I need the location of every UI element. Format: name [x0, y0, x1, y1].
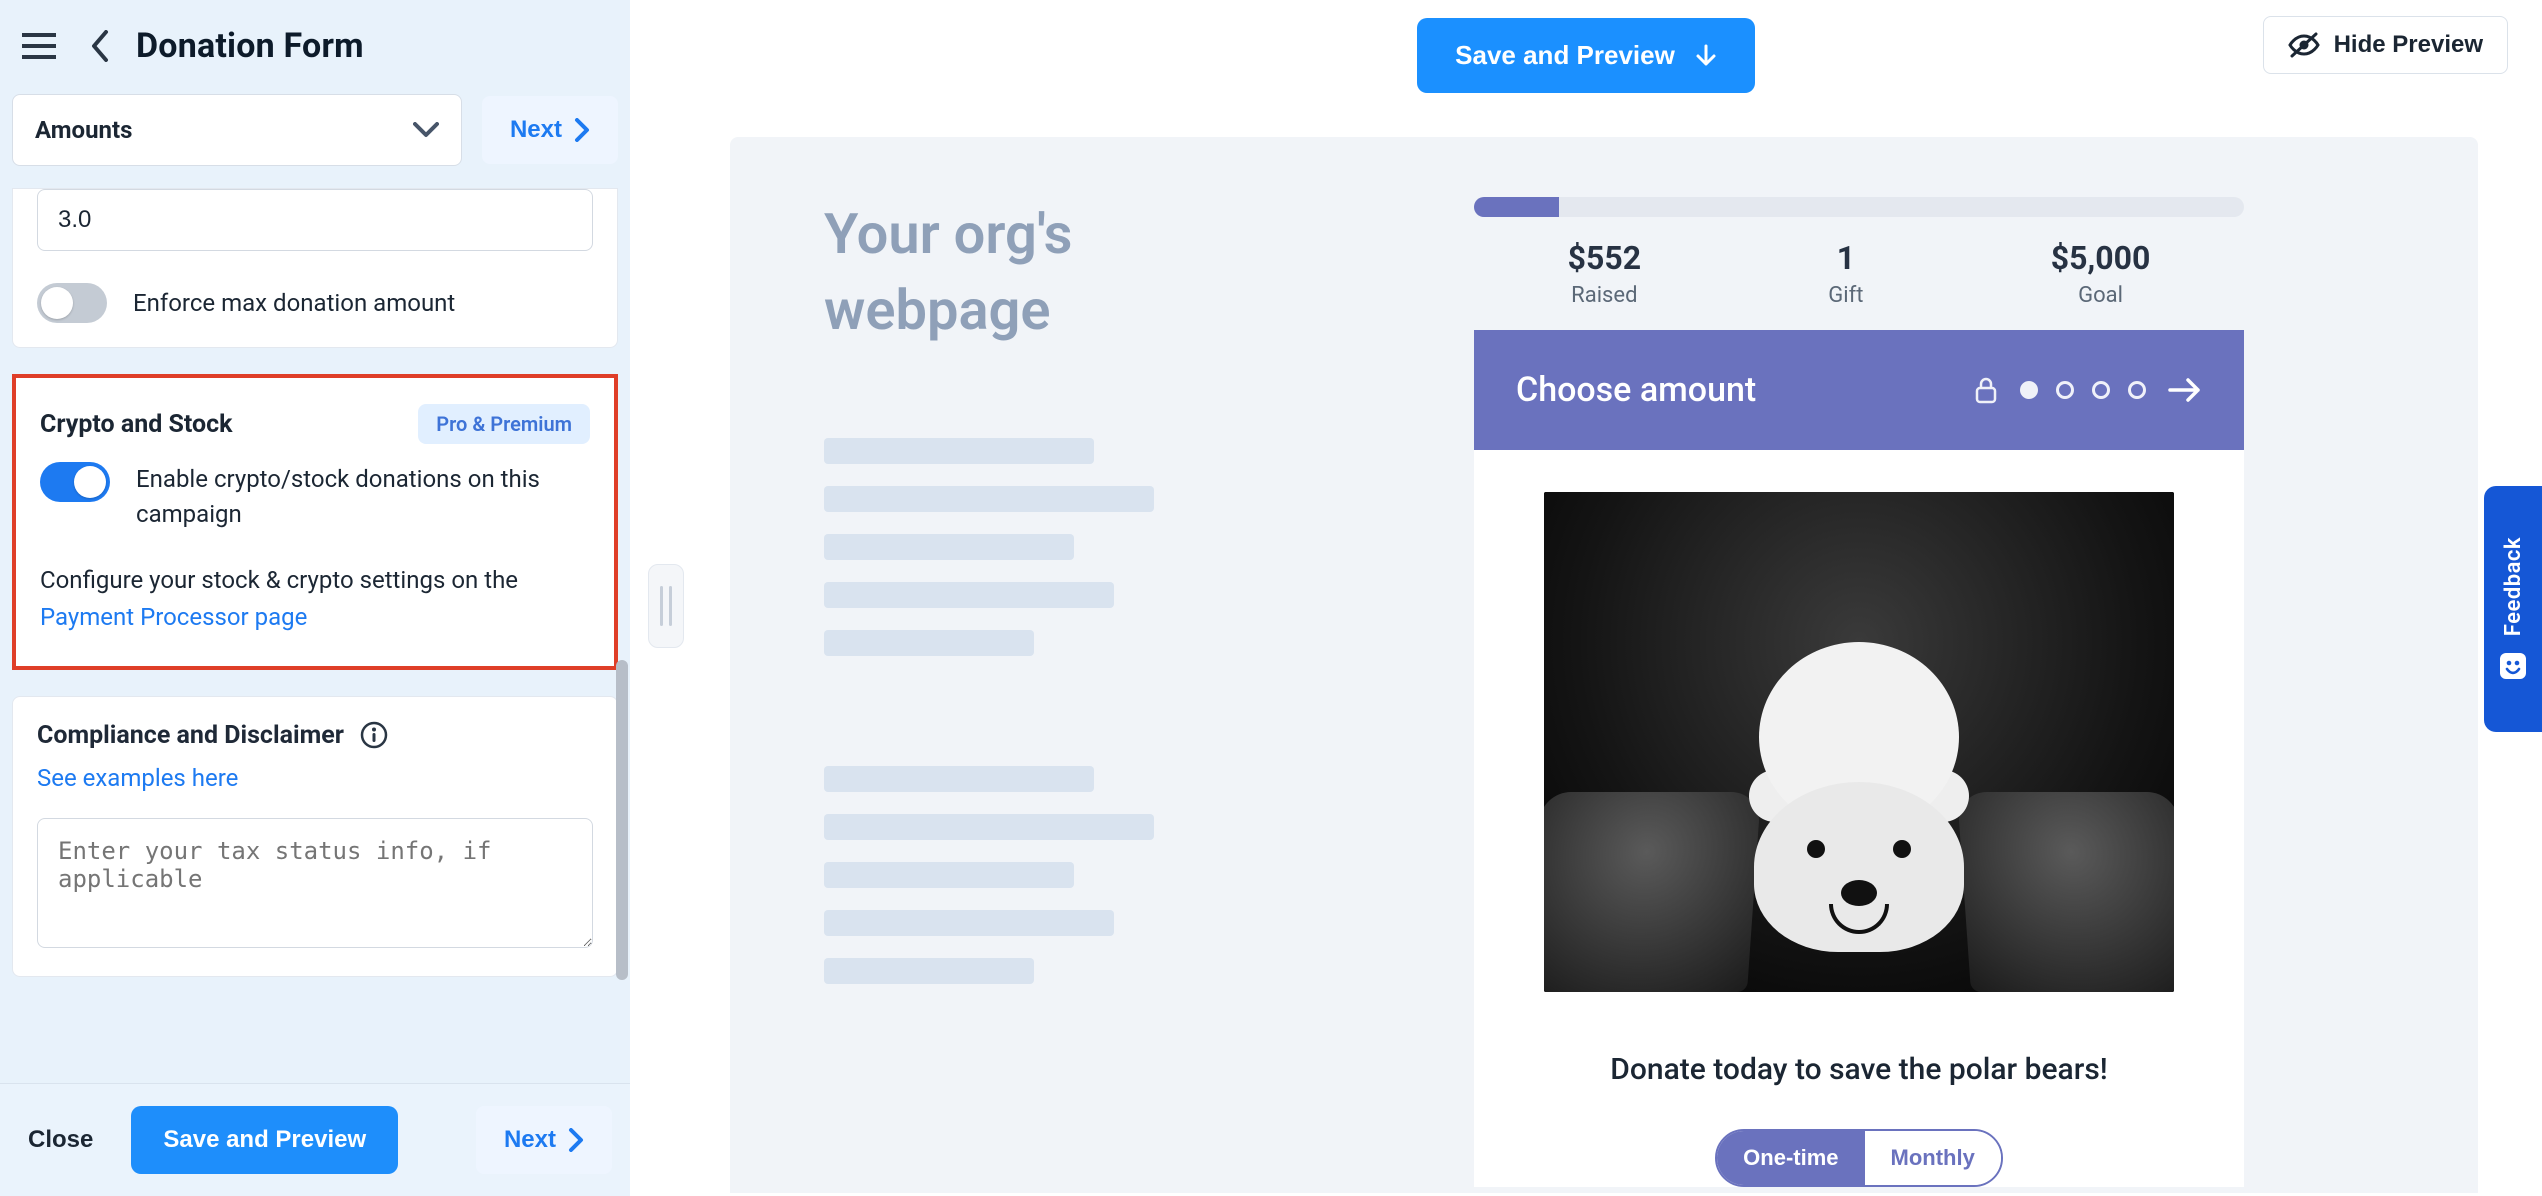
goal-stats: $552 Raised 1 Gift $5,000 Goal [1474, 239, 2244, 308]
section-select-value: Amounts [35, 116, 132, 144]
payment-processor-link[interactable]: Payment Processor page [40, 603, 307, 631]
preview-surface: Your org's webpage $552 Raised [730, 137, 2478, 1193]
back-button[interactable] [82, 22, 118, 70]
panel-resize-handle[interactable] [648, 564, 684, 648]
amount-input[interactable] [37, 189, 593, 251]
donation-body: Donate today to save the polar bears! On… [1474, 450, 2244, 1187]
amounts-card: Enforce max donation amount [12, 188, 618, 348]
chevron-left-icon [90, 30, 110, 62]
subheader-next-button[interactable]: Next [482, 96, 618, 164]
feedback-tab[interactable]: Feedback [2484, 486, 2542, 732]
pro-premium-badge: Pro & Premium [418, 404, 590, 444]
lock-icon [1974, 376, 1998, 404]
top-save-preview-label: Save and Preview [1455, 40, 1675, 71]
feedback-label: Feedback [2501, 537, 2526, 636]
skeleton-block-2 [824, 766, 1384, 984]
arrow-down-icon [1695, 44, 1717, 68]
hide-preview-label: Hide Preview [2334, 31, 2483, 59]
hamburger-menu-button[interactable] [14, 25, 64, 67]
step-dot-2 [2056, 381, 2074, 399]
stat-raised-label: Raised [1568, 283, 1641, 308]
stat-goal-value: $5,000 [2051, 239, 2151, 277]
crypto-heading: Crypto and Stock [40, 410, 233, 439]
sidebar-header: Donation Form [0, 0, 630, 80]
crypto-config-text: Configure your stock & crypto settings o… [40, 562, 590, 636]
next-label: Next [510, 116, 562, 144]
section-select[interactable]: Amounts [12, 94, 462, 166]
top-save-preview-button[interactable]: Save and Preview [1417, 18, 1755, 93]
crypto-config-pre: Configure your stock & crypto settings o… [40, 566, 518, 594]
stat-gift-label: Gift [1828, 283, 1863, 308]
main-area: Save and Preview Hide Preview Your org's… [630, 0, 2542, 1196]
step-dot-4 [2128, 381, 2146, 399]
compliance-card: Compliance and Disclaimer See examples h… [12, 696, 618, 977]
step-title: Choose amount [1516, 370, 1756, 410]
enable-crypto-toggle[interactable] [40, 462, 110, 502]
see-examples-link[interactable]: See examples here [37, 764, 238, 792]
frequency-monthly[interactable]: Monthly [1865, 1131, 2001, 1185]
mock-title: Your org's webpage [824, 197, 1384, 348]
crypto-stock-card: Crypto and Stock Pro & Premium Enable cr… [12, 374, 618, 670]
mock-title-line1: Your org's [824, 201, 1072, 267]
step-dot-1 [2020, 381, 2038, 399]
enforce-max-toggle[interactable] [37, 283, 107, 323]
enforce-max-label: Enforce max donation amount [133, 286, 455, 321]
step-dot-3 [2092, 381, 2110, 399]
frequency-one-time[interactable]: One-time [1717, 1131, 1864, 1185]
arrow-right-icon[interactable] [2168, 377, 2202, 403]
sidebar-subheader: Amounts Next [0, 80, 630, 188]
stat-goal: $5,000 Goal [2051, 239, 2151, 308]
step-header: Choose amount [1474, 330, 2244, 450]
stat-raised: $552 Raised [1568, 239, 1641, 308]
goal-progress-bar [1474, 197, 2244, 217]
chevron-right-icon [568, 1128, 584, 1152]
footer-next-button[interactable]: Next [476, 1106, 612, 1174]
sidebar-footer: Close Save and Preview Next [0, 1083, 630, 1196]
sidebar-scrollbar[interactable] [616, 230, 628, 1070]
footer-next-label: Next [504, 1126, 556, 1154]
editor-sidebar: Donation Form Amounts Next Enforce max d… [0, 0, 630, 1196]
chevron-down-icon [413, 122, 439, 138]
stat-gift: 1 Gift [1828, 239, 1863, 308]
info-icon[interactable] [360, 721, 388, 749]
hide-preview-button[interactable]: Hide Preview [2263, 16, 2508, 74]
eye-off-icon [2288, 32, 2320, 58]
step-indicator [1974, 376, 2202, 404]
donation-tagline: Donate today to save the polar bears! [1510, 1052, 2208, 1087]
smiley-icon [2498, 651, 2528, 681]
frequency-toggle: One-time Monthly [1715, 1129, 2003, 1187]
mock-title-line2: webpage [824, 277, 1051, 343]
goal-progress-fill [1474, 197, 1559, 217]
mock-webpage: Your org's webpage [824, 197, 1384, 1193]
hamburger-icon [22, 33, 56, 59]
stat-raised-value: $552 [1568, 239, 1641, 277]
skeleton-block-1 [824, 438, 1384, 656]
page-title: Donation Form [136, 26, 364, 66]
top-bar: Save and Preview Hide Preview [630, 0, 2542, 93]
sidebar-scroll-area: Enforce max donation amount Crypto and S… [0, 188, 630, 1083]
enable-crypto-label: Enable crypto/stock donations on this ca… [136, 462, 590, 532]
save-preview-button[interactable]: Save and Preview [131, 1106, 398, 1174]
stat-gift-value: 1 [1828, 239, 1863, 277]
stat-goal-label: Goal [2051, 283, 2151, 308]
close-button[interactable]: Close [18, 1112, 103, 1168]
compliance-heading: Compliance and Disclaimer [37, 721, 344, 750]
campaign-image [1544, 492, 2174, 992]
chevron-right-icon [574, 118, 590, 142]
compliance-textarea[interactable] [37, 818, 593, 948]
donation-widget: $552 Raised 1 Gift $5,000 Goal Choose am… [1474, 197, 2244, 1193]
